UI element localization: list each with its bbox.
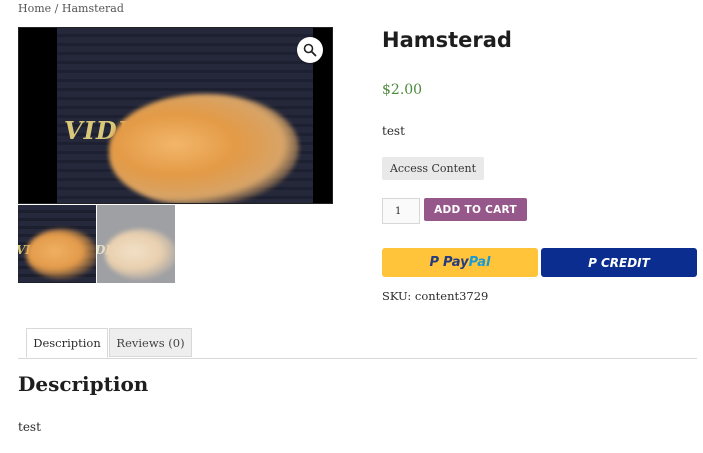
- description-body: test: [18, 420, 41, 434]
- paypal-label-part2: Pal: [468, 255, 491, 270]
- thumb-hamster: [105, 229, 175, 279]
- product-main-image[interactable]: VIDE: [18, 27, 333, 204]
- magnifier-icon: [303, 43, 317, 57]
- breadcrumb: Home / Hamsterad: [18, 2, 124, 15]
- product-title: Hamsterad: [382, 28, 512, 52]
- thumb-hamster: [26, 229, 96, 279]
- paypal-button[interactable]: P Pay Pal: [382, 248, 538, 277]
- access-content-button[interactable]: Access Content: [382, 157, 484, 180]
- product-price: $2.00: [382, 82, 423, 98]
- add-to-cart-button[interactable]: ADD TO CART: [424, 198, 527, 221]
- sku-info: SKU: content3729: [382, 289, 488, 303]
- hamster-image: [109, 94, 299, 203]
- breadcrumb-home-link[interactable]: Home: [18, 2, 51, 15]
- gallery-thumbnail-1[interactable]: VIDE: [18, 205, 96, 283]
- breadcrumb-separator: /: [51, 2, 62, 15]
- sku-label: SKU:: [382, 289, 412, 303]
- paypal-label-part1: Pay: [443, 255, 469, 270]
- product-short-description: test: [382, 124, 405, 138]
- paypal-logo-icon: P: [588, 255, 597, 270]
- paypal-credit-button[interactable]: P CREDIT: [541, 248, 697, 277]
- tab-description[interactable]: Description: [26, 328, 108, 358]
- paypal-logo-icon: P: [429, 255, 440, 270]
- product-tabs: Description Reviews (0): [18, 328, 697, 359]
- credit-label: CREDIT: [600, 255, 650, 270]
- breadcrumb-current: Hamsterad: [61, 2, 124, 15]
- quantity-input[interactable]: 1: [382, 198, 420, 224]
- tab-reviews[interactable]: Reviews (0): [109, 328, 192, 357]
- gallery-thumbnail-2[interactable]: DE: [97, 205, 175, 283]
- sku-value: content3729: [414, 289, 489, 303]
- zoom-button[interactable]: [297, 37, 323, 63]
- description-heading: Description: [18, 372, 149, 396]
